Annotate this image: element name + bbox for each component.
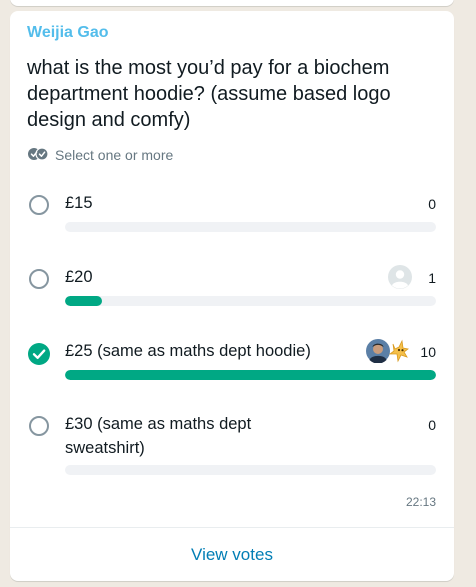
vote-bar-fill [65,296,103,306]
poll-question: what is the most you’d pay for a biochem… [27,57,391,131]
vote-count: 10 [420,344,436,360]
select-hint-label: Select one or more [55,147,174,163]
poll-message-card: Weijia Gao what is the most you’d pay fo… [10,11,454,581]
vote-bar-track [65,222,436,232]
sender-name[interactable]: Weijia Gao [27,24,109,42]
vote-count: 1 [428,270,436,286]
cat-sticker-avatar-icon [386,339,412,368]
checkmark-icon [32,349,46,359]
option-label: £15 [65,194,93,212]
vote-count: 0 [428,417,436,433]
previous-message-bubble [10,0,454,6]
default-user-avatar-icon [388,265,412,293]
vote-count: 0 [428,196,436,212]
radio-checked-icon[interactable] [28,343,50,365]
vote-bar-track [65,465,436,475]
voter-avatars[interactable] [366,339,412,364]
message-timestamp: 22:13 [405,495,436,509]
voter-avatars[interactable] [388,265,412,289]
option-label: £30 (same as maths dept sweatshirt) [65,415,252,457]
view-votes-button[interactable]: View votes [10,528,454,581]
radio-unchecked-icon[interactable] [29,195,49,215]
radio-unchecked-icon[interactable] [29,269,49,289]
double-check-icon [27,146,49,164]
vote-bar-track [65,370,436,380]
option-label: £20 [65,268,93,286]
option-label: £25 (same as maths dept hoodie) [65,342,311,360]
radio-unchecked-icon[interactable] [29,416,49,436]
vote-bar-track [65,296,436,306]
vote-bar-fill [65,370,436,380]
select-hint: Select one or more [27,146,173,164]
